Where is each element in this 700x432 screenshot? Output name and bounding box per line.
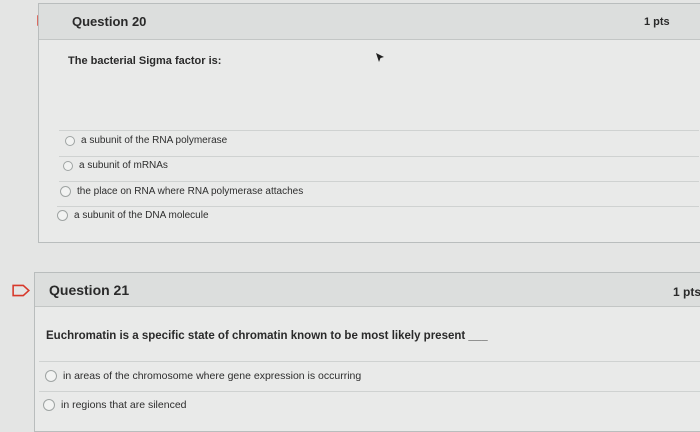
answer-label: in areas of the chromosome where gene ex… [63,370,362,382]
radio-button[interactable] [60,186,71,197]
question-flag-icon[interactable] [12,284,30,297]
divider [59,130,699,131]
answer-label: a subunit of mRNAs [79,160,168,171]
divider [59,156,699,157]
answer-label: in regions that are silenced [61,399,187,411]
divider [59,181,699,182]
question-points: 1 pts [644,16,670,28]
question-text: Euchromatin is a specific state of chrom… [46,330,488,342]
answer-label: a subunit of the DNA molecule [74,210,209,221]
question-title: Question 21 [49,282,130,298]
divider [39,361,700,362]
answer-option[interactable]: in regions that are silenced [43,399,187,411]
radio-button[interactable] [45,370,57,382]
radio-button[interactable] [57,210,68,221]
question-21-header: Question 21 1 pts [35,273,700,307]
question-20-card: Question 20 1 pts The bacterial Sigma fa… [38,3,700,243]
radio-button[interactable] [65,135,75,146]
question-text: The bacterial Sigma factor is: [68,55,222,67]
divider [57,206,699,207]
radio-button[interactable] [43,399,55,411]
answer-label: the place on RNA where RNA polymerase at… [77,186,304,197]
answer-option[interactable]: a subunit of mRNAs [63,160,168,171]
question-points: 1 pts [673,285,700,299]
divider [39,391,700,392]
mouse-pointer-icon [376,53,384,62]
answer-option[interactable]: in areas of the chromosome where gene ex… [45,370,361,382]
question-20-header: Question 20 1 pts [39,4,700,40]
radio-button[interactable] [63,160,73,171]
question-title: Question 20 [72,14,147,29]
answer-option[interactable]: a subunit of the DNA molecule [57,210,209,221]
answer-label: a subunit of the RNA polymerase [81,135,228,146]
answer-option[interactable]: the place on RNA where RNA polymerase at… [60,186,303,197]
question-21-card: Question 21 1 pts Euchromatin is a speci… [34,272,700,432]
answer-option[interactable]: a subunit of the RNA polymerase [65,135,227,146]
